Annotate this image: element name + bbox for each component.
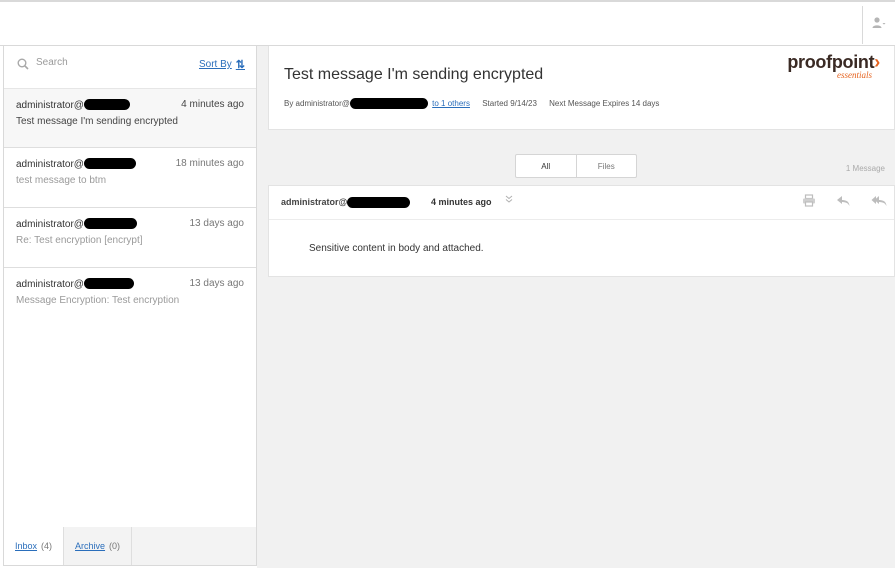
logo-mark: › [874,52,880,72]
proofpoint-logo: proofpoint› essentials [787,52,880,80]
list-item[interactable]: administrator@ 4 minutes ago Test messag… [4,88,256,148]
sort-by-button[interactable]: Sort By ⇅ [199,58,245,71]
thread-header: Test message I'm sending encrypted By ad… [268,46,895,130]
sender-name: administrator@ [16,279,84,290]
redacted-block [83,278,134,289]
filter-all-button[interactable]: All [516,155,577,177]
sender-name: administrator@ [16,100,84,111]
list-item[interactable]: administrator@ 13 days ago Re: Test encr… [4,208,256,268]
sort-icon: ⇅ [235,59,245,71]
tab-inbox[interactable]: Inbox (4) [4,527,65,565]
message-time: 13 days ago [189,218,245,229]
folder-tabs: Inbox (4) Archive (0) [4,527,256,565]
message-time: 13 days ago [189,278,245,289]
message-time: 4 minutes ago [181,99,244,110]
print-icon[interactable] [802,194,816,207]
filter-files-button[interactable]: Files [577,155,637,177]
redacted-block [347,197,411,208]
reply-all-icon[interactable] [871,194,888,207]
recipients-link[interactable]: to 1 others [432,99,470,108]
message-body: Sensitive content in body and attached. [309,243,484,254]
message-sender: administrator@ [16,278,134,290]
tab-archive-label: Archive [75,541,106,551]
reply-icon[interactable] [836,194,851,207]
chevron-down-icon[interactable] [505,195,513,206]
message-card-header: administrator@ 4 minutes ago [269,186,894,220]
thread-title: Test message I'm sending encrypted [284,66,544,83]
redacted-block [83,218,137,229]
message-subject: test message to btm [16,175,107,186]
list-item[interactable]: administrator@ 13 days ago Message Encry… [4,268,256,328]
search-row: Sort By ⇅ [4,46,256,88]
message-time: 18 minutes ago [175,158,244,169]
message-time: 4 minutes ago [431,197,492,207]
logo-text: proofpoint [787,52,875,72]
message-detail-pane: Test message I'm sending encrypted By ad… [257,46,895,568]
list-item[interactable]: administrator@ 18 minutes ago test messa… [4,148,256,208]
search-input[interactable] [36,57,186,68]
message-actions [802,194,888,207]
search-icon [17,57,29,75]
sender-name: administrator@ [16,159,84,170]
message-subject: Message Encryption: Test encryption [16,295,180,306]
message-subject: Test message I'm sending encrypted [16,116,178,127]
user-menu-button[interactable] [862,6,895,44]
message-count: 1 Message [845,164,885,173]
message-sender: administrator@ [16,218,137,230]
tab-archive-count: (0) [109,541,121,551]
tab-inbox-label: Inbox [15,541,38,551]
thread-expires: Next Message Expires 14 days [549,99,660,108]
sort-by-label: Sort By [198,59,232,70]
message-sender: administrator@ [16,99,130,111]
thread-started: Started 9/14/23 [482,99,537,108]
thread-by-label: By administrator@ [284,99,350,108]
redacted-block [83,158,136,169]
tab-archive[interactable]: Archive (0) [64,527,133,565]
top-bar [0,0,895,46]
message-list-pane: Sort By ⇅ administrator@ 4 minutes ago T… [3,46,257,566]
redacted-block [83,99,130,110]
message-filter: All Files [515,154,637,178]
message-sender: administrator@ [16,158,136,170]
user-icon [872,16,886,34]
message-card: administrator@ 4 minutes ago Sensitive c… [268,185,895,277]
message-subject: Re: Test encryption [encrypt] [16,235,143,246]
redacted-block [349,98,428,109]
tab-inbox-count: (4) [41,541,53,551]
thread-meta: By administrator@ to 1 others Started 9/… [284,98,659,109]
message-from: administrator@ [281,197,411,208]
message-from-name: administrator@ [281,197,348,207]
sender-name: administrator@ [16,219,84,230]
